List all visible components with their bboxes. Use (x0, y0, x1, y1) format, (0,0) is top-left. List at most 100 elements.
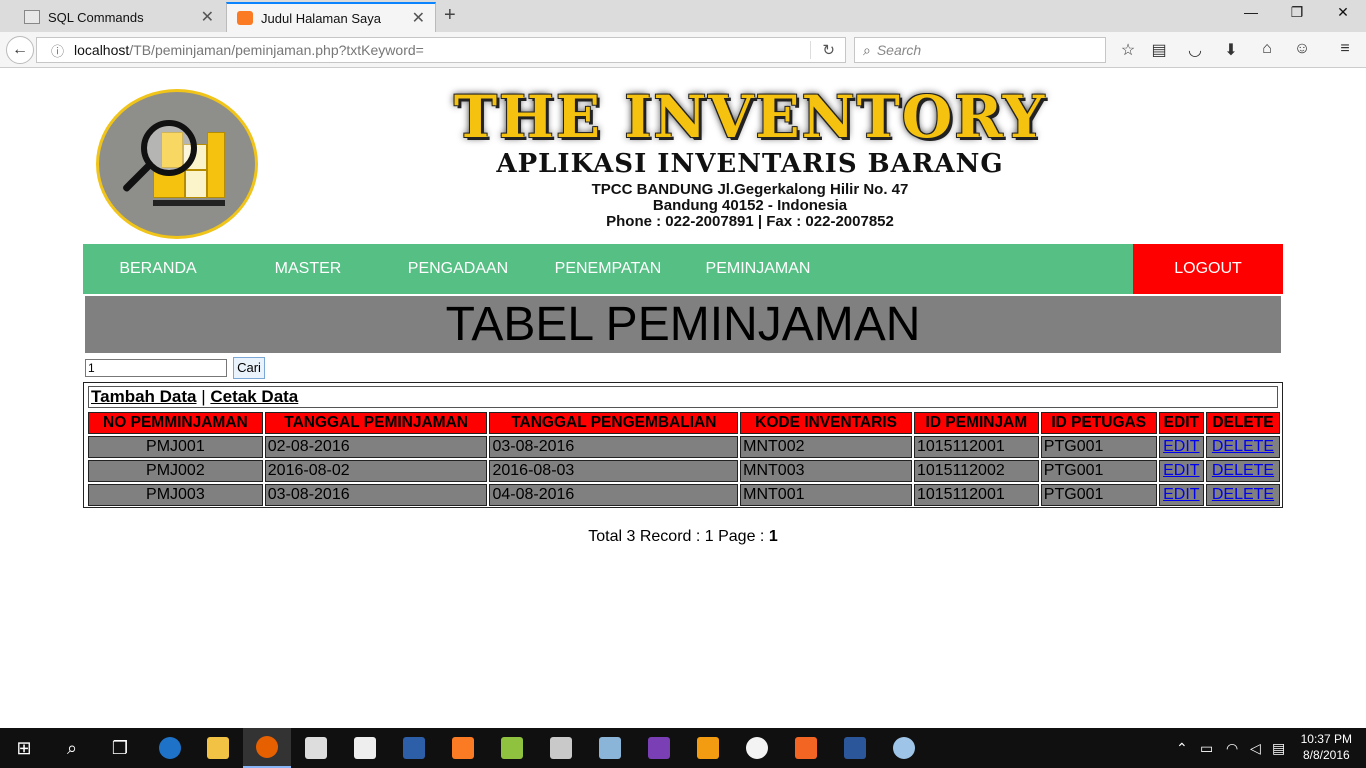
column-header: EDIT (1158, 412, 1204, 434)
peminjaman-table-container: Tambah Data | Cetak Data NO PEMMINJAMAN … (83, 382, 1283, 508)
record-summary-text: Total 3 Record : 1 Page : (588, 528, 769, 545)
cell-no: PMJ002 (88, 460, 263, 482)
brand-title: THE INVENTORY (453, 83, 1047, 151)
cell-tgl-pinjam: 02-08-2016 (264, 436, 488, 458)
cell-tgl-kembali: 03-08-2016 (489, 436, 739, 458)
reload-icon[interactable]: ↻ (822, 41, 835, 59)
column-header: ID PEMINJAM (913, 412, 1039, 434)
bookmark-star-icon[interactable]: ☆ (1116, 40, 1140, 60)
virtualbox-icon[interactable] (586, 728, 634, 768)
file-explorer-icon[interactable] (194, 728, 242, 768)
windows-start-icon[interactable]: ⊞ (0, 728, 48, 768)
menu-item-peminjaman[interactable]: PEMINJAMAN (683, 244, 833, 294)
table-row: PMJ003 03-08-2016 04-08-2016 MNT001 1015… (88, 484, 1280, 506)
windows-taskbar: ⊞ ⌕ ❐ ⌃ ▭ ◠ ◁ ▤ 10:37 PM 8/8/2016 (0, 728, 1366, 768)
cell-tgl-kembali: 04-08-2016 (489, 484, 739, 506)
contact-line: Phone : 022-2007891 | Fax : 022-2007852 (606, 213, 894, 230)
show-hidden-icons[interactable]: ⌃ (1176, 728, 1188, 768)
itunes-icon[interactable] (733, 728, 781, 768)
menu-item-master[interactable]: MASTER (233, 244, 383, 294)
reading-list-icon[interactable]: ▤ (1147, 40, 1171, 60)
column-header: ID PETUGAS (1040, 412, 1157, 434)
edit-link[interactable]: EDIT (1163, 462, 1199, 479)
menu-item-beranda[interactable]: BERANDA (83, 244, 233, 294)
visual-studio-icon[interactable] (635, 728, 683, 768)
menu-item-penempatan[interactable]: PENEMPATAN (533, 244, 683, 294)
delete-cell: DELETE (1205, 436, 1280, 458)
search-input[interactable]: ⌕ Search (854, 37, 1106, 63)
cell-peminjam: 1015112001 (913, 436, 1039, 458)
edge-icon[interactable] (146, 728, 194, 768)
task-view-icon[interactable]: ❐ (96, 728, 144, 768)
camera-icon[interactable] (341, 728, 389, 768)
cell-tgl-kembali: 2016-08-03 (489, 460, 739, 482)
pallet-shape (153, 200, 225, 206)
current-page-number[interactable]: 1 (769, 528, 778, 545)
wifi-icon[interactable]: ◠ (1226, 728, 1238, 768)
close-icon[interactable]: ✕ (201, 7, 214, 27)
system-clock[interactable]: 10:37 PM 8/8/2016 (1301, 731, 1352, 763)
search-icon: ⌕ (863, 41, 871, 58)
store-icon[interactable] (292, 728, 340, 768)
minimize-button[interactable]: — (1228, 4, 1274, 20)
cell-kode: MNT001 (740, 484, 912, 506)
table-actions: Tambah Data | Cetak Data (88, 386, 1278, 408)
cell-petugas: PTG001 (1040, 436, 1157, 458)
print-data-link[interactable]: Cetak Data (210, 387, 298, 406)
close-icon[interactable]: ✕ (412, 8, 425, 28)
column-header: TANGGAL PENGEMBALIAN (489, 412, 739, 434)
notification-icon[interactable]: ▤ (1272, 728, 1285, 768)
search-icon[interactable]: ⌕ (48, 728, 96, 768)
hello-icon[interactable]: ☺ (1290, 40, 1314, 58)
logout-button[interactable]: LOGOUT (1133, 244, 1283, 294)
tab-judul-halaman[interactable]: Judul Halaman Saya ✕ (226, 2, 436, 32)
restore-button[interactable]: ❐ (1274, 4, 1320, 21)
delete-link[interactable]: DELETE (1212, 486, 1274, 503)
menu-item-pengadaan[interactable]: PENGADAAN (383, 244, 533, 294)
keyword-input[interactable] (85, 359, 227, 377)
logo-box (207, 132, 225, 198)
pocket-icon[interactable]: ◡ (1183, 40, 1207, 60)
firefox-icon[interactable] (243, 728, 291, 768)
main-menu: BERANDA MASTER PENGADAAN PENEMPATAN PEMI… (83, 244, 1283, 294)
mi-icon[interactable] (782, 728, 830, 768)
delete-link[interactable]: DELETE (1212, 438, 1274, 455)
inventory-logo (96, 89, 258, 239)
tab-sql-commands[interactable]: SQL Commands ✕ (14, 2, 224, 32)
url-path: /TB/peminjaman/peminjaman.php?txtKeyword… (129, 42, 424, 58)
sublime-text-icon[interactable] (684, 728, 732, 768)
table-row: PMJ002 2016-08-02 2016-08-03 MNT003 1015… (88, 460, 1280, 482)
paint-icon[interactable] (880, 728, 928, 768)
cell-petugas: PTG001 (1040, 460, 1157, 482)
snipping-tool-icon[interactable] (537, 728, 585, 768)
download-icon[interactable]: ⬇ (1219, 40, 1243, 60)
window-close-button[interactable]: ✕ (1320, 4, 1366, 21)
notepad-plus-icon[interactable] (488, 728, 536, 768)
xampp-icon[interactable] (439, 728, 487, 768)
volume-icon[interactable]: ◁ (1250, 728, 1261, 768)
new-tab-button[interactable]: + (444, 4, 456, 27)
peminjaman-table: NO PEMMINJAMAN TANGGAL PEMINJAMAN TANGGA… (86, 410, 1282, 508)
edit-link[interactable]: EDIT (1163, 438, 1199, 455)
search-button[interactable]: Cari (233, 357, 265, 379)
edit-cell: EDIT (1158, 484, 1204, 506)
add-data-link[interactable]: Tambah Data (91, 387, 197, 406)
column-header: DELETE (1205, 412, 1280, 434)
search-placeholder: Search (876, 42, 922, 58)
devcpp-icon[interactable] (390, 728, 438, 768)
address-bar[interactable]: ⓘ localhost/TB/peminjaman/peminjaman.php… (36, 37, 846, 63)
delete-link[interactable]: DELETE (1212, 462, 1274, 479)
page-title: TABEL PEMINJAMAN (85, 296, 1281, 353)
cell-peminjam: 1015112001 (913, 484, 1039, 506)
magnifier-handle (121, 162, 153, 193)
address-line: Bandung 40152 - Indonesia (652, 197, 848, 214)
back-button[interactable]: ← (6, 36, 34, 64)
edit-cell: EDIT (1158, 460, 1204, 482)
word-icon[interactable] (831, 728, 879, 768)
address-line: TPCC BANDUNG Jl.Gegerkalong Hilir No. 47 (591, 181, 909, 198)
battery-icon[interactable]: ▭ (1200, 728, 1213, 768)
info-icon[interactable]: ⓘ (51, 41, 64, 60)
home-icon[interactable]: ⌂ (1255, 40, 1279, 58)
menu-icon[interactable]: ≡ (1333, 40, 1357, 58)
edit-link[interactable]: EDIT (1163, 486, 1199, 503)
